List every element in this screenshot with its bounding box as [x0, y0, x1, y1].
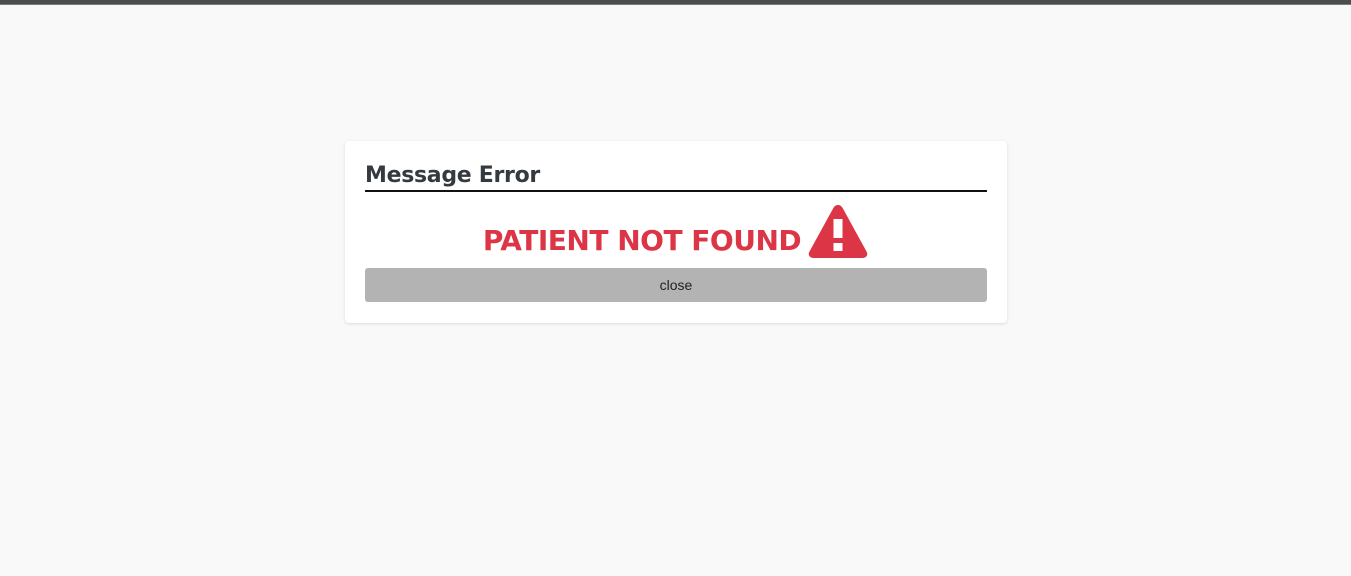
error-dialog: Message Error PATIENT NOT FOUND close — [345, 141, 1007, 323]
title-divider — [365, 190, 987, 192]
dialog-title: Message Error — [365, 163, 540, 188]
error-message: PATIENT NOT FOUND — [482, 224, 802, 257]
window-top-bar — [0, 0, 1351, 5]
close-button[interactable]: close — [365, 268, 987, 302]
error-message-row: PATIENT NOT FOUND — [365, 200, 987, 260]
warning-triangle-icon — [808, 205, 868, 258]
